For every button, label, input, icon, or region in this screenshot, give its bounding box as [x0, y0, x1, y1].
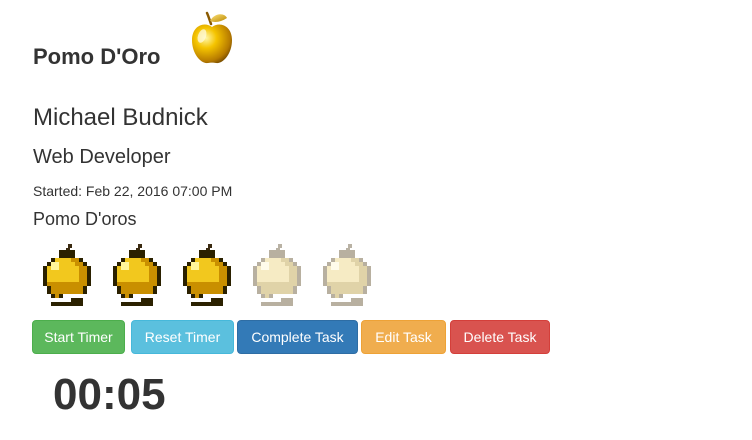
filled-apple-icon: [43, 244, 91, 306]
golden-apple-icon: [192, 11, 232, 64]
reset-timer-button[interactable]: Reset Timer: [131, 320, 234, 354]
timer-display: 00:05: [53, 370, 166, 419]
empty-apple-icon: [323, 244, 371, 306]
filled-apple-icon: [113, 244, 161, 306]
started-timestamp: Started: Feb 22, 2016 07:00 PM: [33, 183, 233, 199]
edit-task-button[interactable]: Edit Task: [361, 320, 446, 354]
start-timer-button[interactable]: Start Timer: [32, 320, 125, 354]
app-title: Pomo D'Oro: [33, 44, 161, 69]
complete-task-button[interactable]: Complete Task: [237, 320, 358, 354]
user-role: Web Developer: [33, 146, 171, 168]
delete-task-button[interactable]: Delete Task: [450, 320, 550, 354]
pomodoro-label: Pomo D'oros: [33, 209, 137, 229]
empty-apple-icon: [253, 244, 301, 306]
filled-apple-icon: [183, 244, 231, 306]
user-name: Michael Budnick: [33, 104, 208, 131]
